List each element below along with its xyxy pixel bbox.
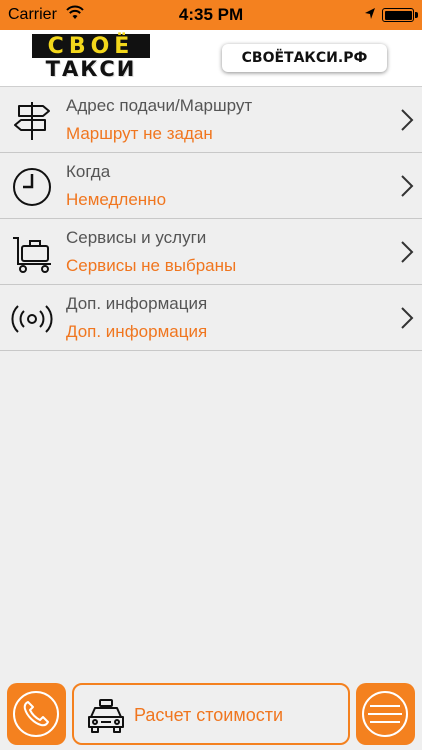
status-bar: Carrier 4:35 PM: [0, 0, 422, 30]
broadcast-icon: [11, 305, 53, 333]
call-button[interactable]: [7, 683, 66, 745]
site-badge[interactable]: СВОЁТАКСИ.РФ: [222, 44, 387, 72]
menu-item-extra-info[interactable]: Доп. информация Доп. информация: [0, 285, 422, 351]
menu-item-value: Доп. информация: [66, 322, 208, 341]
logo-bottom-text: ТАКСИ: [45, 57, 137, 81]
menu-item-value: Сервисы не выбраны: [66, 256, 237, 275]
menu-item-title: Когда: [66, 162, 111, 181]
order-menu-list: Адрес подачи/Маршрут Маршрут не задан Ко…: [0, 87, 422, 351]
menu-item-route[interactable]: Адрес подачи/Маршрут Маршрут не задан: [0, 87, 422, 153]
luggage-cart-icon: [13, 237, 51, 273]
signpost-icon: [14, 102, 50, 140]
bottom-bar: Расчет стоимости: [0, 680, 422, 750]
logo-top-text: СВОЁ: [32, 34, 150, 59]
menu-item-title: Сервисы и услуги: [66, 228, 207, 247]
menu-item-title: Адрес подачи/Маршрут: [66, 96, 253, 115]
chevron-right-icon: [401, 175, 414, 197]
menu-button[interactable]: [356, 683, 415, 745]
chevron-right-icon: [401, 307, 414, 329]
taxi-icon: [88, 699, 124, 733]
menu-item-when[interactable]: Когда Немедленно: [0, 153, 422, 219]
call-button-ring: [13, 691, 59, 737]
status-time: 4:35 PM: [178, 5, 244, 24]
menu-item-value: Маршрут не задан: [66, 124, 213, 143]
menu-item-title: Доп. информация: [66, 294, 208, 313]
phone-icon: [23, 701, 49, 727]
clock-icon: [13, 168, 51, 206]
chevron-right-icon: [401, 241, 414, 263]
menu-item-services[interactable]: Сервисы и услуги Сервисы не выбраны: [0, 219, 422, 285]
chevron-right-icon: [401, 109, 414, 131]
battery-icon: [382, 8, 418, 22]
app-logo: СВОЁ ТАКСИ: [32, 34, 150, 82]
location-arrow-icon: [365, 8, 375, 19]
hamburger-icon: [368, 705, 402, 723]
app-header: СВОЁ ТАКСИ СВОЁТАКСИ.РФ: [0, 30, 422, 87]
menu-item-value: Немедленно: [66, 190, 167, 209]
menu-button-ring: [362, 691, 408, 737]
calculate-cost-label: Расчет стоимости: [134, 705, 284, 725]
calculate-cost-button[interactable]: Расчет стоимости: [72, 683, 350, 745]
